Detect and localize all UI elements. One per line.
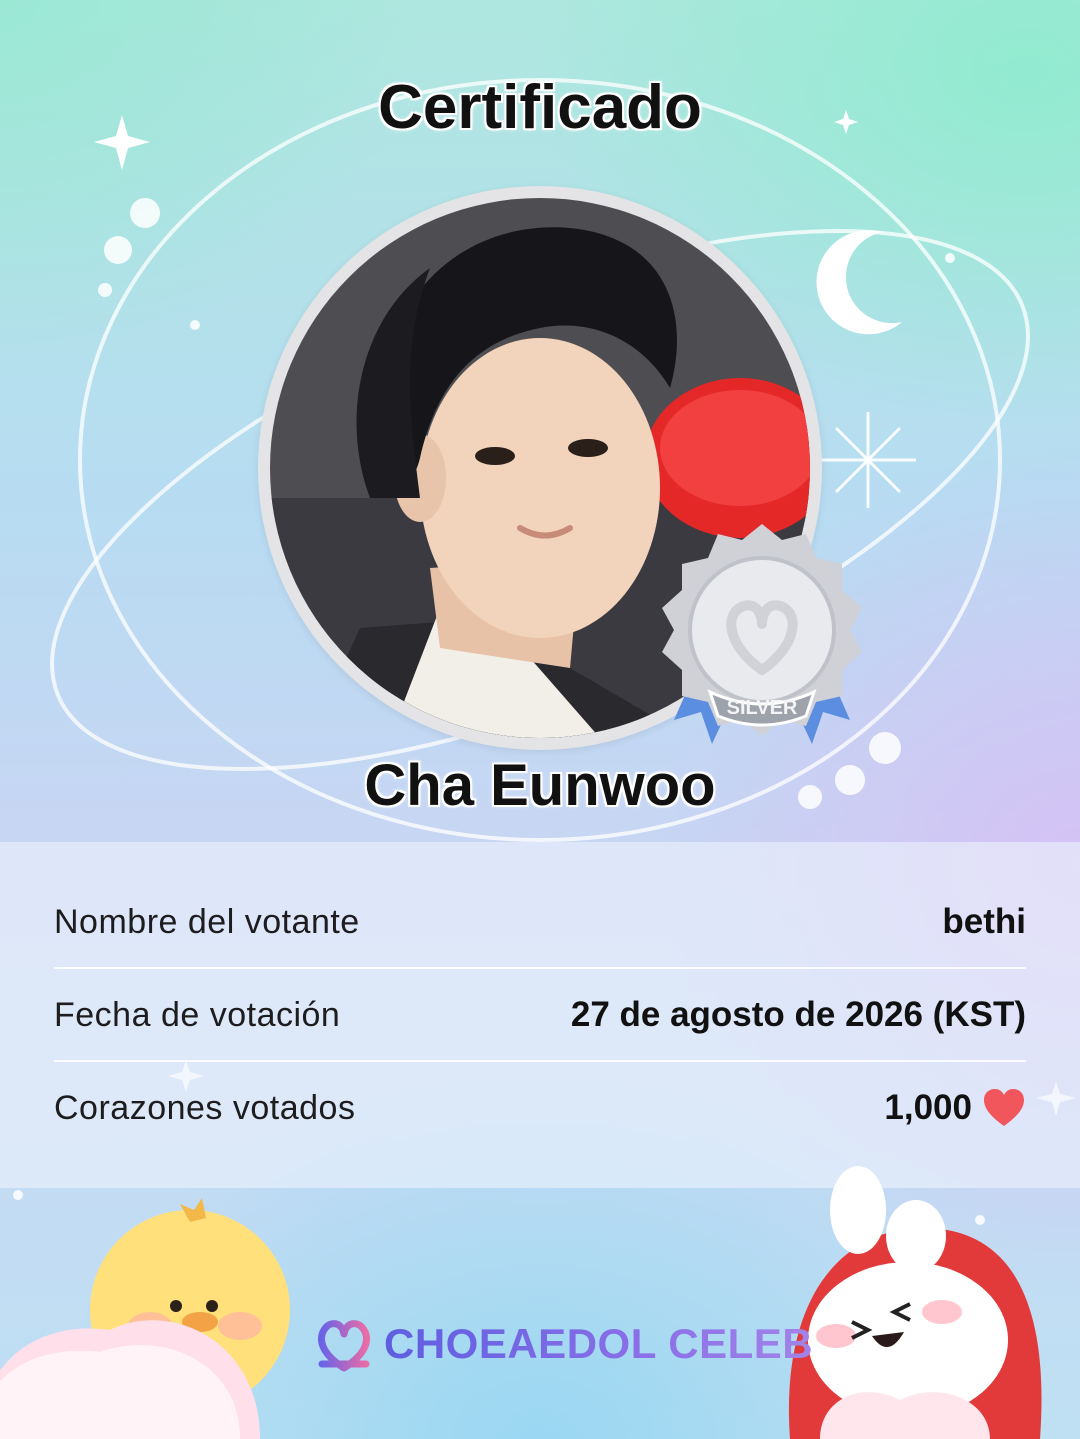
brand-logo: CHOEAEDOL CELEB — [312, 1312, 813, 1376]
brand-name: CHOEAEDOL CELEB — [384, 1320, 814, 1367]
bunny-mascot-icon — [788, 1166, 1042, 1439]
mascot-decoration — [0, 1166, 1042, 1439]
heart-logo-icon — [318, 1320, 370, 1372]
chick-mascot-icon — [0, 1198, 290, 1439]
